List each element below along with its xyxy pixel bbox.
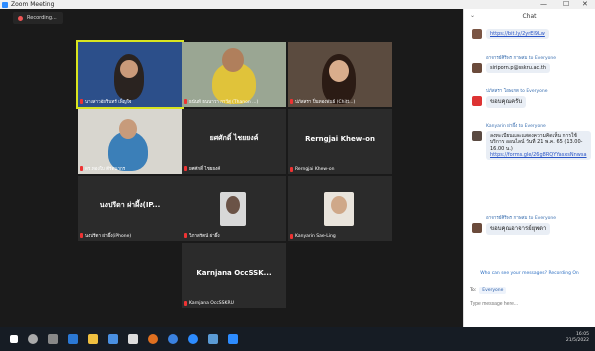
participant-tile[interactable]: ปภัสสรา ปิ่นทองพันธ์ (Chitt...)	[288, 42, 392, 107]
chat-recipient: To: Everyone	[470, 287, 507, 294]
window-title: Zoom Meeting	[11, 1, 55, 8]
avatar	[472, 223, 482, 233]
participant-face	[331, 196, 347, 214]
chrome-icon[interactable]	[168, 334, 178, 344]
participant-tile[interactable]: Kanyarin Sae-Ling	[288, 176, 392, 241]
file-explorer-icon[interactable]	[88, 334, 98, 344]
window-titlebar: Zoom Meeting — ☐ ✕	[0, 0, 595, 9]
chat-text: ขอบคุณครับ	[486, 96, 527, 108]
chat-message: https://bit.ly/2yrEl9Lw	[472, 29, 590, 40]
edge-icon[interactable]	[68, 334, 78, 344]
mic-muted-icon	[290, 99, 293, 104]
recipient-dropdown[interactable]: Everyone	[479, 287, 507, 294]
participant-name: Kanyarin Sae-Ling	[290, 234, 336, 239]
chat-sender: Kanyarin ผ่าผึ้ง to Everyone	[486, 124, 546, 129]
mic-muted-icon	[184, 301, 187, 306]
windows-taskbar: 16:05 21/5/2022	[0, 327, 595, 351]
avatar	[472, 63, 482, 73]
chat-link[interactable]: https://bit.ly/2yrEl9Lw	[490, 31, 545, 37]
mic-muted-icon	[80, 166, 83, 171]
maximize-button[interactable]: ☐	[563, 0, 569, 9]
recording-label: Recording...	[27, 15, 57, 21]
chat-sender: อาจารย์ศิริพร กาษสม to Everyone	[486, 216, 557, 221]
avatar	[472, 131, 482, 141]
participant-tile[interactable]: นงปรีดา ผ่าผึ้ง(IP... นงปรีดา ผ่าผึ้ง(iP…	[78, 176, 182, 241]
recording-dot-icon	[18, 15, 23, 21]
chat-title: Chat	[522, 13, 537, 20]
participant-display-name: นงปรีดา ผ่าผึ้ง(IP...	[99, 201, 161, 209]
message-visibility-link[interactable]: Who can see your messages? Recording On	[470, 271, 589, 276]
participant-tile[interactable]: วิภาสรัตน์ ผ่าผึ้ง	[182, 176, 286, 241]
participant-name: Rerngjai Khew-on	[290, 167, 334, 172]
mic-muted-icon	[80, 233, 83, 238]
participant-tile[interactable]: Rerngjai Khew-on Rerngjai Khew-on	[288, 109, 392, 174]
search-icon[interactable]	[28, 334, 38, 344]
participant-tile[interactable]: นางสาวอัยรินทร์ เพ็ญใจ	[76, 40, 184, 109]
mic-muted-icon	[184, 99, 187, 104]
system-clock[interactable]: 16:05 21/5/2022	[566, 332, 589, 345]
chat-sender: อาจารย์ศิริพร กาษสม to Everyone	[486, 56, 557, 61]
chat-message: Kanyarin ผ่าผึ้ง to Everyone ลงทะเบียนแล…	[472, 122, 591, 160]
participant-name: นางสาวอัยรินทร์ เพ็ญใจ	[80, 98, 131, 105]
chat-message: ปภัสสรา โอษเกต to Everyone ขอบคุณครับ	[472, 87, 590, 108]
participant-tile[interactable]: ดร.ทองใบ ตีรัตนากร	[78, 109, 182, 174]
participant-face	[329, 60, 349, 82]
task-view-icon[interactable]	[48, 334, 58, 344]
participant-face	[226, 196, 240, 214]
meeting-gallery: Recording... นางสาวอัยรินทร์ เพ็ญใจ ธนัน…	[0, 9, 463, 327]
participant-name: นงปรีดา ผ่าผึ้ง(iPhone)	[80, 232, 131, 239]
participant-name: วิภาสรัตน์ ผ่าผึ้ง	[184, 232, 220, 239]
chat-text: ลงทะเบียนและแสดงความคิดเห็น การใช้บริการ…	[490, 133, 583, 152]
participant-display-name: ยศศักดิ์ ไชยยงค์	[209, 134, 259, 142]
mic-muted-icon	[184, 166, 187, 171]
mic-muted-icon	[80, 99, 83, 104]
chat-sender: ปภัสสรา โอษเกต to Everyone	[486, 89, 548, 94]
recording-indicator[interactable]: Recording...	[13, 12, 63, 24]
participant-face	[222, 48, 244, 72]
minimize-button[interactable]: —	[540, 0, 547, 9]
to-label: To:	[470, 288, 477, 293]
avatar	[472, 29, 482, 39]
chat-text: siriporn.p@sskru.ac.th	[486, 63, 551, 74]
start-icon[interactable]	[10, 335, 18, 343]
store-icon[interactable]	[108, 334, 118, 344]
participant-display-name: Karnjana OccSSK...	[196, 268, 272, 277]
close-button[interactable]: ✕	[582, 0, 588, 9]
chat-link[interactable]: https://forms.gle/26g8RQYYasxsNnwsa	[490, 152, 587, 158]
photos-icon[interactable]	[208, 334, 218, 344]
mic-muted-icon	[290, 234, 293, 239]
participant-tile[interactable]: Karnjana OccSSK... Karnjana OccSSKRU	[182, 243, 286, 308]
participant-display-name: Rerngjai Khew-on	[305, 134, 375, 143]
chat-message: อาจารย์ศิริพร กาษสม to Everyone siriporn…	[472, 54, 590, 74]
zoom-meeting-taskbar-icon[interactable]	[228, 334, 238, 344]
participant-face	[120, 60, 138, 78]
avatar	[472, 96, 482, 106]
participant-face	[119, 119, 137, 139]
chat-input[interactable]	[470, 301, 590, 307]
participant-name: Karnjana OccSSKRU	[184, 301, 234, 306]
mail-icon[interactable]	[128, 334, 138, 344]
zoom-app-icon	[2, 1, 8, 8]
participant-name: ธนันท์ ธนนาวา กาวีสุ (Thanon ...)	[184, 98, 258, 105]
clock-date: 21/5/2022	[565, 338, 589, 344]
participant-name: ยศศักดิ์ ไชยยงค์	[184, 165, 220, 172]
mic-muted-icon	[184, 233, 187, 238]
firefox-icon[interactable]	[148, 334, 158, 344]
chat-panel: ⌄ Chat https://bit.ly/2yrEl9Lw อาจารย์ศิ…	[463, 9, 595, 327]
chat-message: อาจารย์ศิริพร กาษสม to Everyone ขอบคุณอา…	[472, 214, 590, 235]
participant-tile[interactable]: ธนันท์ ธนนาวา กาวีสุ (Thanon ...)	[182, 42, 286, 107]
participant-name: ดร.ทองใบ ตีรัตนากร	[80, 165, 125, 172]
participant-name: ปภัสสรา ปิ่นทองพันธ์ (Chitt...)	[290, 98, 355, 105]
zoom-taskbar-icon[interactable]	[188, 334, 198, 344]
mic-muted-icon	[290, 167, 293, 172]
participant-tile[interactable]: ยศศักดิ์ ไชยยงค์ ยศศักดิ์ ไชยยงค์	[182, 109, 286, 174]
chat-text: ขอบคุณอาจารย์ยุพดา	[486, 223, 551, 235]
